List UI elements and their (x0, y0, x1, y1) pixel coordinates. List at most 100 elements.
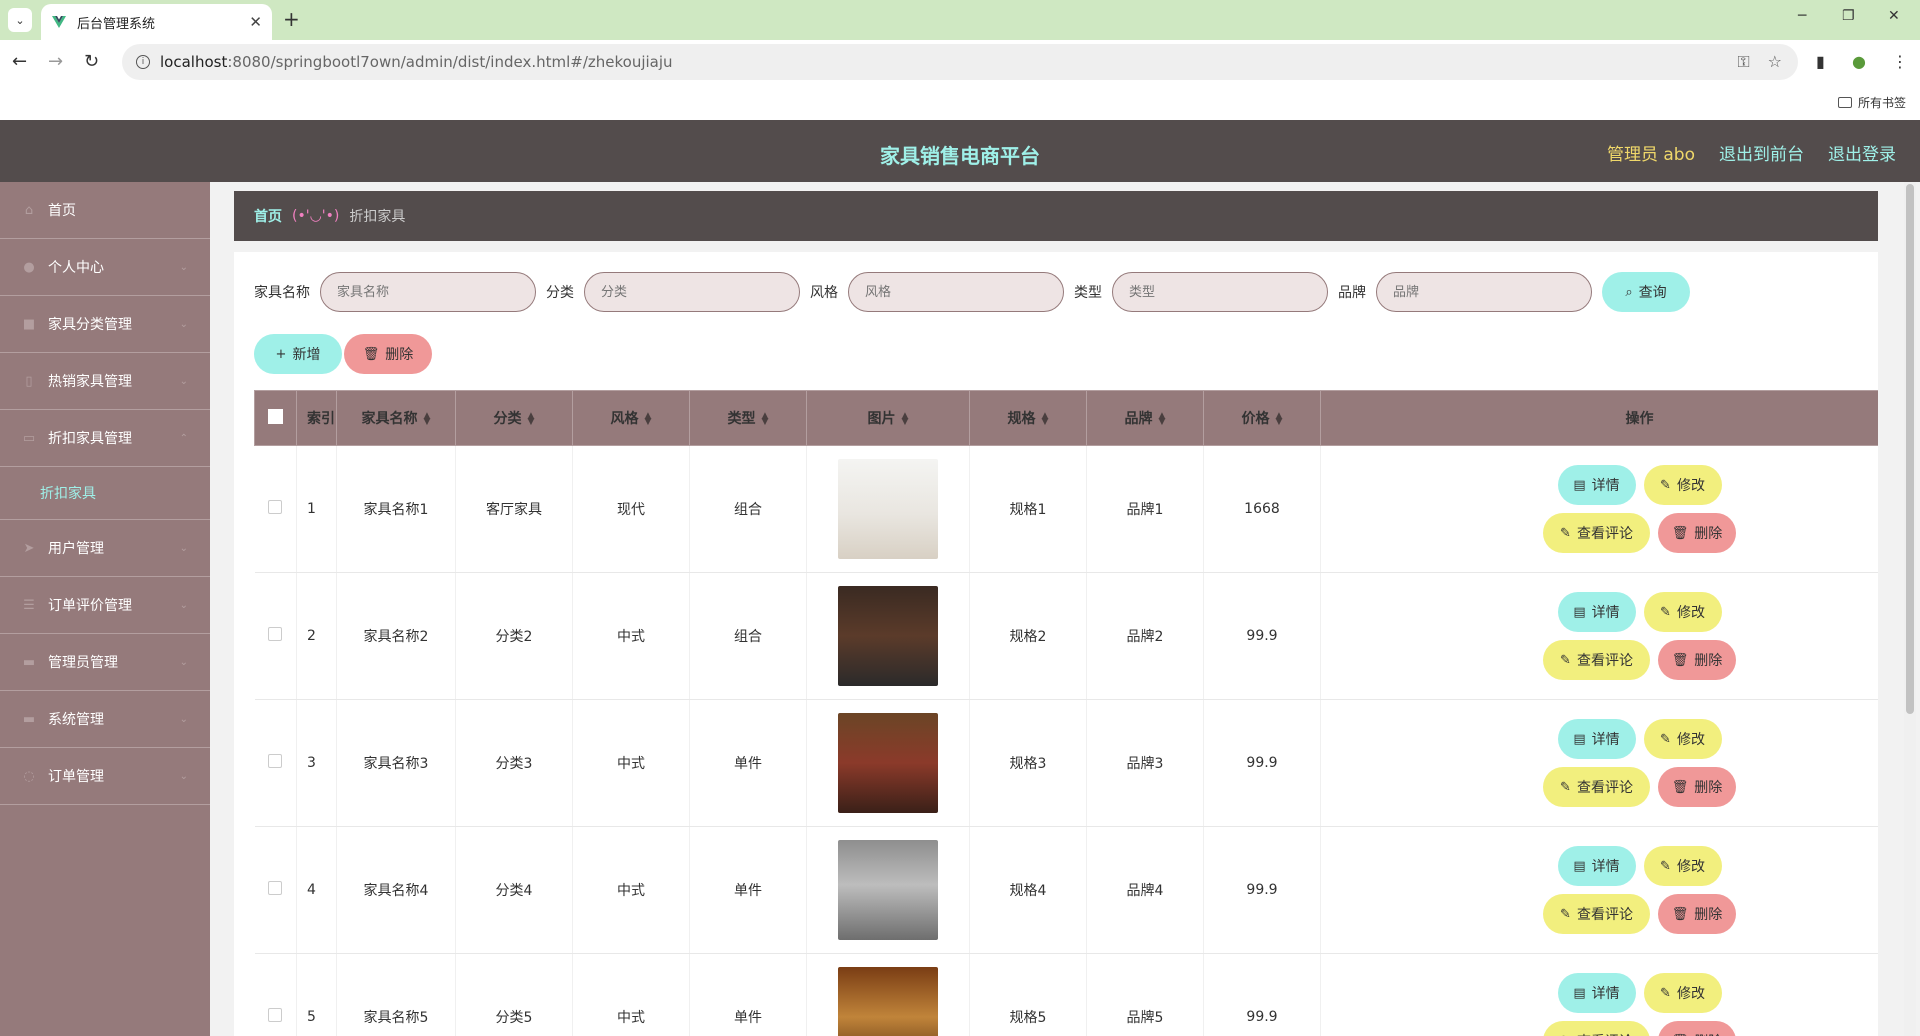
sort-icon[interactable]: ▲ ▼ (645, 412, 652, 427)
sort-icon[interactable]: ▲ ▼ (1276, 412, 1283, 427)
view-reviews-button[interactable]: ✎查看评论 (1543, 640, 1650, 680)
pencil-icon: ✎ (1660, 985, 1671, 1001)
type-input[interactable] (1112, 272, 1328, 312)
edit-button[interactable]: ✎ 修改 (1643, 592, 1722, 632)
row-checkbox-cell[interactable] (254, 826, 297, 954)
furniture-thumbnail[interactable] (838, 840, 938, 940)
sidebar-toggle-icon[interactable]: ▮ (1816, 52, 1825, 71)
forward-icon[interactable]: → (48, 52, 63, 72)
view-reviews-button[interactable]: ✎查看评论 (1543, 513, 1650, 553)
address-bar[interactable]: i localhost:8080/springbootl7own/admin/d… (122, 44, 1798, 80)
name-input[interactable] (320, 272, 536, 312)
furniture-thumbnail[interactable] (838, 713, 938, 813)
sidebar-item-reviews[interactable]: ☰ 订单评价管理 ⌄ (0, 577, 210, 634)
sidebar-item-profile[interactable]: ● 个人中心 ⌄ (0, 239, 210, 296)
style-input[interactable] (848, 272, 1064, 312)
sidebar-item-category[interactable]: ■ 家具分类管理 ⌄ (0, 296, 210, 353)
profile-avatar-icon[interactable]: ● (1852, 52, 1866, 71)
row-checkbox-cell[interactable] (254, 572, 297, 700)
header-image[interactable]: 图片 ▲ ▼ (806, 390, 970, 446)
browser-menu-icon[interactable]: ⋮ (1892, 52, 1908, 71)
query-button[interactable]: ⌕ 查询 (1602, 272, 1690, 312)
row-checkbox-cell[interactable] (254, 699, 297, 827)
detail-button[interactable]: ▤ 详情 (1557, 592, 1636, 632)
row-style: 中式 (572, 826, 690, 954)
detail-button[interactable]: ▤ 详情 (1557, 973, 1636, 1013)
sidebar-item-system[interactable]: ▬ 系统管理 ⌄ (0, 691, 210, 748)
sort-icon[interactable]: ▲ ▼ (424, 412, 431, 427)
delete-button[interactable]: 🗑删除 (1658, 513, 1736, 553)
header-name[interactable]: 家具名称 ▲ ▼ (336, 390, 456, 446)
sidebar-item-home[interactable]: ⌂ 首页 (0, 182, 210, 239)
view-reviews-button[interactable]: ✎查看评论 (1543, 894, 1650, 934)
header-price[interactable]: 价格 ▲ ▼ (1203, 390, 1321, 446)
sort-icon[interactable]: ▲ ▼ (1042, 412, 1049, 427)
page-scrollbar[interactable] (1904, 182, 1916, 1036)
row-checkbox[interactable] (268, 1008, 283, 1022)
row-checkbox[interactable] (268, 500, 283, 514)
add-button[interactable]: + 新增 (254, 334, 342, 374)
row-checkbox[interactable] (268, 881, 283, 895)
sidebar-item-hot[interactable]: ▯ 热销家具管理 ⌄ (0, 353, 210, 410)
sidebar-item-admins[interactable]: ▬ 管理员管理 ⌄ (0, 634, 210, 691)
restore-icon[interactable]: ❐ (1842, 8, 1855, 24)
sidebar-subitem-discount-furniture[interactable]: 折扣家具 (0, 467, 210, 520)
edit-button[interactable]: ✎ 修改 (1643, 719, 1722, 759)
chevron-down-icon: ⌄ (179, 656, 188, 668)
header-spec[interactable]: 规格 ▲ ▼ (969, 390, 1087, 446)
browser-tab[interactable]: 后台管理系统 ✕ (41, 4, 272, 40)
edit-button[interactable]: ✎ 修改 (1643, 973, 1722, 1013)
row-checkbox-cell[interactable] (254, 445, 297, 573)
sort-icon[interactable]: ▲ ▼ (902, 412, 909, 427)
furniture-thumbnail[interactable] (838, 967, 938, 1036)
sidebar-item-orders[interactable]: ◌ 订单管理 ⌄ (0, 748, 210, 805)
view-reviews-button[interactable]: ✎查看评论 (1543, 767, 1650, 807)
row-checkbox-cell[interactable] (254, 953, 297, 1036)
scroll-thumb[interactable] (1906, 184, 1914, 714)
minimize-icon[interactable]: ─ (1798, 8, 1806, 24)
tab-close-icon[interactable]: ✕ (249, 13, 262, 31)
edit-button[interactable]: ✎ 修改 (1643, 846, 1722, 886)
trash-icon: 🗑 (1671, 652, 1689, 668)
header-brand[interactable]: 品牌 ▲ ▼ (1086, 390, 1204, 446)
logout-link[interactable]: 退出登录 (1828, 140, 1896, 165)
bookmark-star-icon[interactable]: ☆ (1768, 52, 1782, 72)
new-tab-icon[interactable]: + (283, 8, 300, 30)
header-type[interactable]: 类型 ▲ ▼ (689, 390, 807, 446)
tab-search-icon[interactable]: ⌄ (8, 8, 32, 32)
header-category[interactable]: 分类 ▲ ▼ (455, 390, 573, 446)
edit-button[interactable]: ✎ 修改 (1643, 465, 1722, 505)
delete-button[interactable]: 🗑删除 (1658, 767, 1736, 807)
furniture-thumbnail[interactable] (838, 586, 938, 686)
exit-to-front-link[interactable]: 退出到前台 (1719, 140, 1804, 165)
detail-button[interactable]: ▤ 详情 (1557, 465, 1636, 505)
category-input[interactable] (584, 272, 800, 312)
furniture-thumbnail[interactable] (838, 459, 938, 559)
all-bookmarks[interactable]: 所有书签 (1837, 94, 1906, 111)
delete-button[interactable]: 🗑删除 (1658, 640, 1736, 680)
select-all-cell[interactable] (254, 390, 297, 446)
brand-input[interactable] (1376, 272, 1592, 312)
sidebar-item-users[interactable]: ➤ 用户管理 ⌄ (0, 520, 210, 577)
view-reviews-button[interactable]: ✎查看评论 (1543, 1021, 1650, 1036)
delete-button[interactable]: 🗑删除 (1658, 894, 1736, 934)
close-window-icon[interactable]: ✕ (1888, 8, 1900, 24)
reload-icon[interactable]: ↻ (84, 52, 99, 72)
breadcrumb-home[interactable]: 首页 (254, 206, 282, 226)
row-spec: 规格3 (969, 699, 1087, 827)
select-all-checkbox[interactable] (268, 408, 283, 424)
header-style[interactable]: 风格 ▲ ▼ (572, 390, 690, 446)
row-checkbox[interactable] (268, 754, 283, 768)
sort-icon[interactable]: ▲ ▼ (528, 412, 535, 427)
sidebar-item-discount[interactable]: ▭ 折扣家具管理 ⌃ (0, 410, 210, 467)
batch-delete-button[interactable]: 🗑 删除 (344, 334, 432, 374)
detail-button[interactable]: ▤ 详情 (1557, 719, 1636, 759)
delete-button[interactable]: 🗑删除 (1658, 1021, 1736, 1036)
password-key-icon[interactable]: ⚿ (1737, 52, 1749, 72)
sort-icon[interactable]: ▲ ▼ (762, 412, 769, 427)
detail-button[interactable]: ▤ 详情 (1557, 846, 1636, 886)
row-checkbox[interactable] (268, 627, 283, 641)
back-icon[interactable]: ← (12, 52, 27, 72)
site-info-icon[interactable]: i (136, 55, 150, 69)
sort-icon[interactable]: ▲ ▼ (1159, 412, 1166, 427)
